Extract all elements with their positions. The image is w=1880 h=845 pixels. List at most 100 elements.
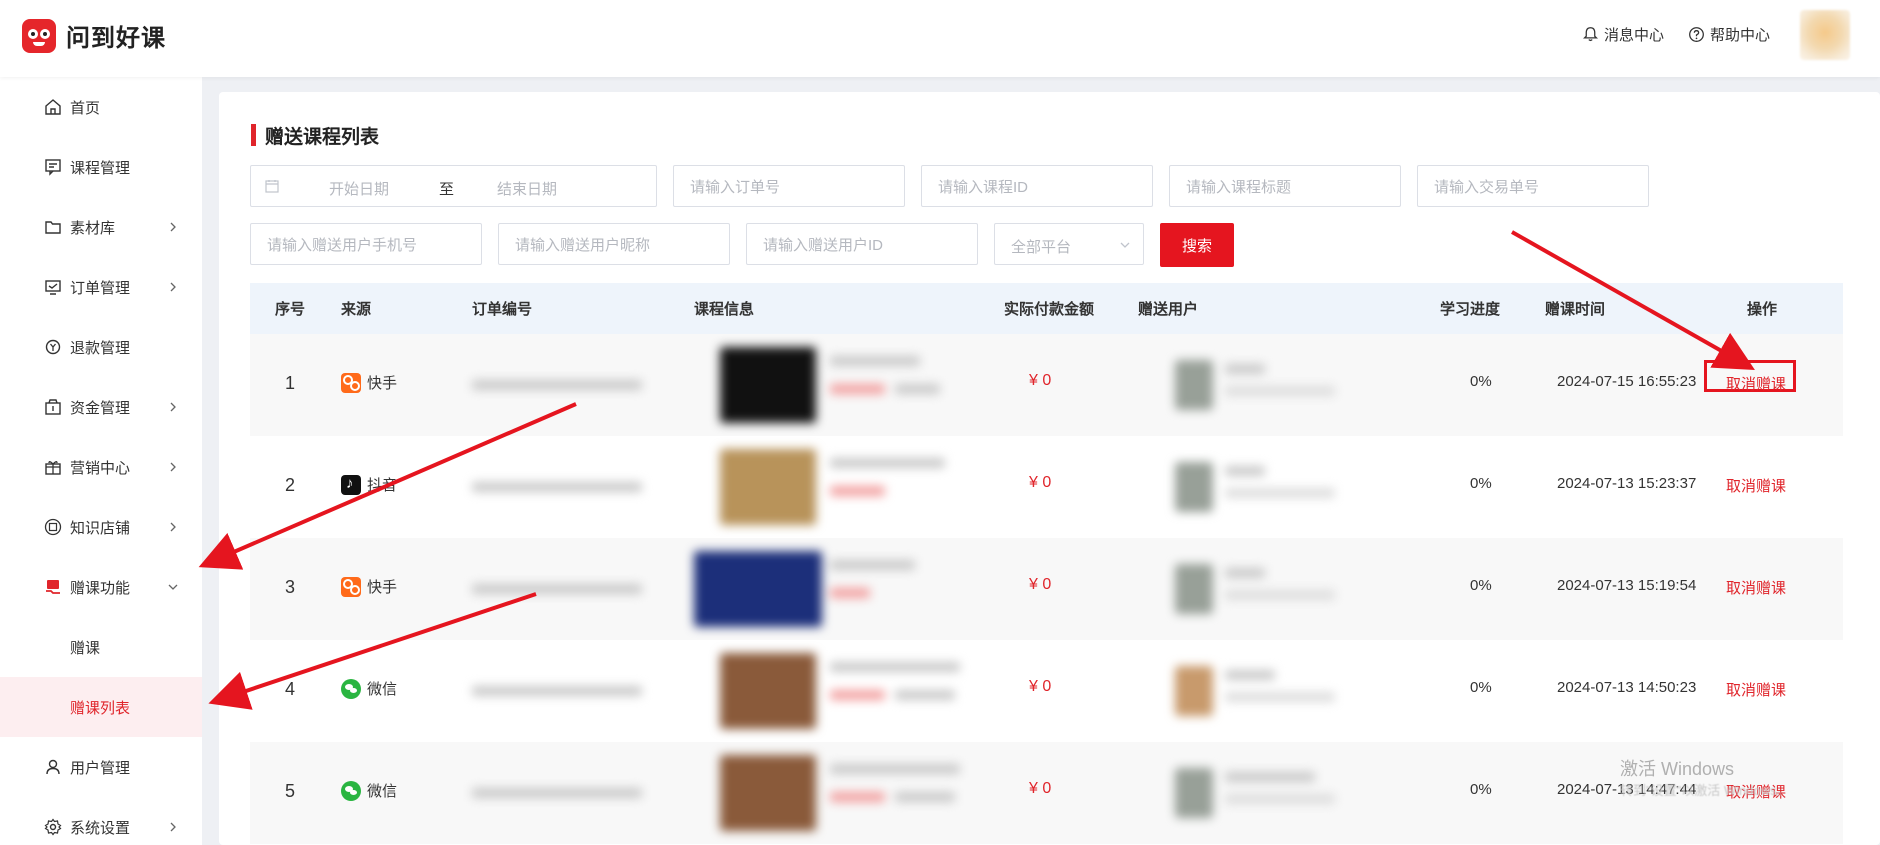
- sidebar-item-funds[interactable]: 资金管理: [0, 377, 202, 437]
- course-title-input[interactable]: 请输入课程标题: [1169, 165, 1401, 207]
- table-row: 4 微信 ¥ 0 0% 2024-07-13 14:50:23 取消赠课: [250, 640, 1843, 742]
- row-price: ¥ 0: [1029, 780, 1052, 797]
- col-header-order-no: 订单编号: [472, 301, 533, 318]
- row-source-label: 快手: [367, 375, 398, 392]
- row-source-label: 抖音: [367, 477, 398, 494]
- sidebar-item-materials[interactable]: 素材库: [0, 197, 202, 257]
- sidebar-subitem-label: 赠课列表: [70, 699, 131, 717]
- end-date-input[interactable]: 结束日期: [497, 178, 557, 199]
- start-date-input[interactable]: 开始日期: [329, 178, 389, 199]
- sidebar-item-settings[interactable]: 系统设置: [0, 797, 202, 845]
- sidebar-item-home[interactable]: 首页: [0, 77, 202, 137]
- sidebar-item-refunds[interactable]: 退款管理: [0, 317, 202, 377]
- chevron-right-icon: [170, 282, 176, 292]
- row-time: 2024-07-13 14:50:23: [1557, 679, 1697, 696]
- chevron-down-icon: [1120, 242, 1130, 248]
- row-source-label: 快手: [367, 579, 398, 596]
- top-bar: 问到好课 消息中心 帮助中心: [0, 0, 1880, 77]
- chevron-right-icon: [170, 222, 176, 232]
- table-row: 1 快手 ¥ 0 0% 2024-07-15 16:55:23 取消赠课: [250, 334, 1843, 436]
- table-row: 5 微信 ¥ 0 0% 2024-07-13 14:47:44 取消赠课: [250, 742, 1843, 844]
- table-header: 序号 来源 订单编号 课程信息 实际付款金额 赠送用户 学习进度 赠课时间 操作: [250, 283, 1843, 334]
- sidebar-item-label: 系统设置: [70, 819, 131, 837]
- course-id-input[interactable]: 请输入课程ID: [921, 165, 1153, 207]
- user-avatar[interactable]: [1800, 10, 1850, 60]
- bell-icon: [1582, 27, 1598, 42]
- row-source-label: 微信: [367, 783, 398, 800]
- sidebar-item-label: 用户管理: [70, 759, 131, 777]
- row-time: 2024-07-15 16:55:23: [1557, 373, 1697, 390]
- platform-select[interactable]: 全部平台: [994, 223, 1144, 265]
- user-icon: [46, 759, 60, 775]
- chevron-down-icon: [168, 584, 178, 590]
- cancel-gift-link[interactable]: 取消赠课: [1726, 679, 1786, 700]
- col-header-source: 来源: [341, 301, 372, 318]
- row-source: 微信: [341, 780, 397, 801]
- row-progress: 0%: [1470, 577, 1492, 594]
- sidebar-item-label: 课程管理: [70, 159, 131, 177]
- row-index: 3: [285, 577, 296, 597]
- course-icon: [45, 159, 61, 176]
- brand-name: 问到好课: [66, 25, 166, 52]
- row-progress: 0%: [1470, 475, 1492, 492]
- douyin-icon: [341, 474, 361, 495]
- row-index: 4: [285, 679, 296, 699]
- row-time: 2024-07-13 15:23:37: [1557, 475, 1697, 492]
- windows-activation-watermark: 激活 Windows: [1620, 759, 1735, 779]
- brand-logo[interactable]: 问到好课: [22, 18, 166, 53]
- cancel-gift-link[interactable]: 取消赠课: [1726, 373, 1786, 394]
- trade-no-input[interactable]: 请输入交易单号: [1417, 165, 1649, 207]
- table-row: 3 快手 ¥ 0 0% 2024-07-13 15:19:54 取消赠课: [250, 538, 1843, 640]
- chevron-right-icon: [170, 402, 176, 412]
- col-header-amount: 实际付款金额: [1004, 301, 1095, 318]
- sidebar-item-gift-course[interactable]: 赠课功能: [0, 557, 202, 617]
- search-button[interactable]: 搜索: [1160, 223, 1234, 267]
- col-header-index: 序号: [275, 301, 306, 318]
- message-center-link[interactable]: 消息中心: [1582, 24, 1664, 45]
- platform-select-value: 全部平台: [1011, 239, 1072, 256]
- sidebar-item-orders[interactable]: 订单管理: [0, 257, 202, 317]
- order-icon: [45, 280, 61, 295]
- wechat-icon: [341, 780, 361, 801]
- kuaishou-icon: [341, 576, 361, 597]
- table-row: 2 抖音 ¥ 0 0% 2024-07-13 15:23:37 取消赠课: [250, 436, 1843, 538]
- order-no-input[interactable]: 请输入订单号: [673, 165, 905, 207]
- folder-icon: [45, 221, 61, 234]
- kuaishou-icon: [341, 372, 361, 393]
- store-icon: [44, 518, 62, 536]
- sidebar-item-courses[interactable]: 课程管理: [0, 137, 202, 197]
- row-index: 5: [285, 781, 296, 801]
- row-time: 2024-07-13 15:19:54: [1557, 577, 1697, 594]
- cancel-gift-link[interactable]: 取消赠课: [1726, 577, 1786, 598]
- sidebar-item-label: 知识店铺: [70, 519, 131, 537]
- help-center-link[interactable]: 帮助中心: [1688, 24, 1770, 45]
- chevron-right-icon: [170, 522, 176, 532]
- nickname-input[interactable]: 请输入赠送用户昵称: [498, 223, 730, 265]
- calendar-icon: [265, 180, 279, 193]
- row-price: ¥ 0: [1029, 576, 1052, 593]
- help-center-label: 帮助中心: [1709, 27, 1770, 44]
- help-icon: [1689, 27, 1704, 42]
- cancel-gift-link[interactable]: 取消赠课: [1726, 475, 1786, 496]
- phone-input[interactable]: 请输入赠送用户手机号: [250, 223, 482, 265]
- col-header-action: 操作: [1747, 301, 1778, 318]
- sidebar-item-marketing[interactable]: 营销中心: [0, 437, 202, 497]
- sidebar-subitem-gift-list[interactable]: 赠课列表: [0, 677, 202, 737]
- sidebar-subitem-label: 赠课: [70, 639, 101, 657]
- sidebar-item-label: 资金管理: [70, 399, 131, 417]
- main-card: 赠送课程列表 开始日期 至 结束日期 请输入订单号 请输入课程ID 请输入课程标…: [219, 92, 1880, 845]
- col-header-user: 赠送用户: [1138, 301, 1199, 318]
- sidebar-item-label: 素材库: [70, 219, 116, 237]
- chevron-right-icon: [170, 822, 176, 832]
- sidebar-item-label: 首页: [70, 99, 101, 117]
- sidebar-item-store[interactable]: 知识店铺: [0, 497, 202, 557]
- sidebar-item-users[interactable]: 用户管理: [0, 737, 202, 797]
- row-source: 快手: [341, 576, 397, 597]
- row-source: 抖音: [341, 474, 397, 495]
- wechat-icon: [341, 678, 361, 699]
- user-id-input[interactable]: 请输入赠送用户ID: [746, 223, 978, 265]
- date-range-picker[interactable]: 开始日期 至 结束日期: [250, 165, 657, 207]
- row-progress: 0%: [1470, 679, 1492, 696]
- sidebar-subitem-gift[interactable]: 赠课: [0, 617, 202, 677]
- gear-icon: [44, 818, 62, 836]
